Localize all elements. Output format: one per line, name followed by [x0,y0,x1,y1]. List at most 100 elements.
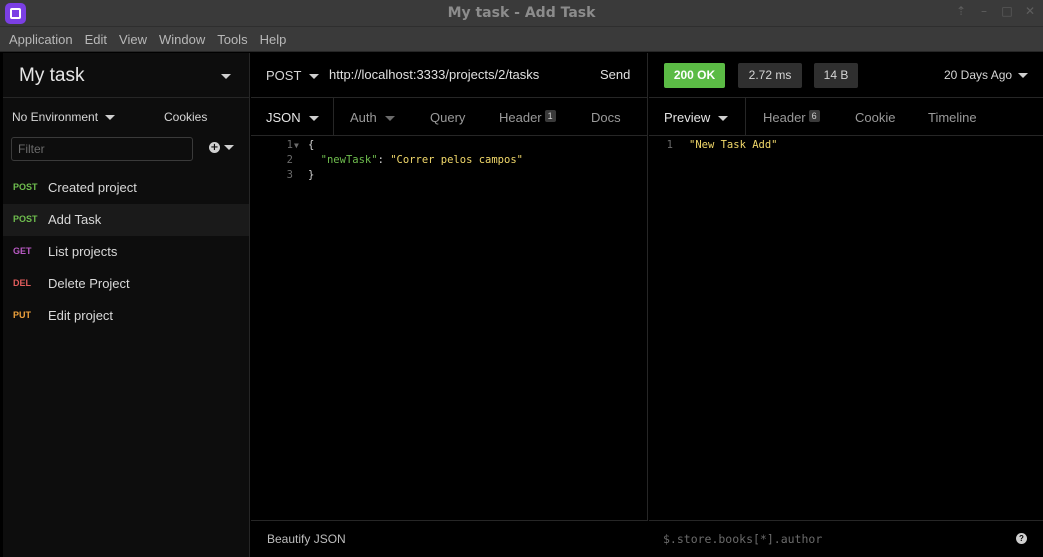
code-text: { [308,139,315,151]
request-name: Edit project [48,308,114,323]
response-body-viewer: 1 "New Task Add" [649,139,1043,154]
line-number: 2 [286,154,293,166]
sidebar: My task No Environment Cookies + POST Cr… [3,53,250,557]
filter-input[interactable] [11,137,193,161]
tab-header[interactable]: Header 1 [499,110,556,125]
add-request-button[interactable]: + [209,142,234,153]
tab-auth[interactable]: Auth [350,110,395,125]
close-icon[interactable]: ✕ [1023,4,1037,18]
request-pane: POST http://localhost:3333/projects/2/ta… [251,53,648,557]
menu-tools[interactable]: Tools [217,27,252,51]
menu-bar: Application Edit View Window Tools Help [0,27,1043,52]
tab-cookie[interactable]: Cookie [855,110,895,125]
restore-icon[interactable]: □ [1000,4,1014,18]
line-number: 3 [286,169,293,181]
response-body-text: "New Task Add" [689,139,778,151]
tab-timeline[interactable]: Timeline [928,110,977,125]
chevron-down-icon [105,115,116,121]
chevron-down-icon [718,116,729,122]
response-pane: 200 OK 2.72 ms 14 B 20 Days Ago Preview … [649,53,1043,557]
tab-label: Auth [350,110,377,125]
header-count-badge: 6 [808,110,820,122]
tab-label: Header [499,110,542,125]
chevron-down-icon [384,116,395,122]
request-footer: Beautify JSON [251,520,648,557]
cookies-button[interactable]: Cookies [164,110,207,124]
tab-body[interactable]: JSON [266,110,319,125]
method-badge: DEL [13,278,31,288]
menu-view[interactable]: View [119,27,152,51]
request-body-editor[interactable]: 1 ▼ { 2 "newTask": "Correr pelos campos"… [251,139,648,184]
request-name: Created project [48,180,137,195]
environment-row: No Environment Cookies [3,98,249,136]
method-badge: GET [13,246,32,256]
minimize-icon[interactable]: – [977,4,991,18]
response-status-bar: 200 OK 2.72 ms 14 B 20 Days Ago [649,53,1043,98]
chevron-down-icon [309,74,320,80]
environment-label: No Environment [12,110,99,124]
history-dropdown[interactable]: 20 Days Ago [944,68,1029,82]
code-line: 1 ▼ { [251,139,648,154]
window-controls: ⇡ – □ ✕ [954,4,1037,18]
method-badge: POST [13,182,38,192]
environment-dropdown[interactable]: No Environment [12,110,116,124]
code-line: 3 } [251,169,648,184]
method-badge: PUT [13,310,31,320]
response-footer: $.store.books[*].author ? [649,520,1043,557]
tab-label: JSON [266,110,301,125]
title-bar: My task - Add Task ⇡ – □ ✕ [0,0,1043,27]
fold-arrow-icon[interactable]: ▼ [294,141,299,150]
url-bar: POST http://localhost:3333/projects/2/ta… [251,53,647,98]
response-filter-input[interactable]: $.store.books[*].author [663,532,822,546]
code-text: } [308,169,315,181]
chevron-down-icon [308,116,319,122]
line-number: 1 [666,139,673,151]
request-item[interactable]: PUT Edit project [3,300,249,332]
method-badge: POST [13,214,38,224]
send-button[interactable]: Send [600,67,630,82]
response-tabs: Preview Header 6 Cookie Timeline [649,98,1043,136]
json-value: "Correr pelos campos" [390,154,523,166]
tab-preview[interactable]: Preview [664,110,729,125]
menu-application[interactable]: Application [9,27,78,51]
menu-edit[interactable]: Edit [85,27,112,51]
window-title: My task - Add Task [447,5,596,21]
method-dropdown[interactable]: POST [266,68,320,83]
code-line: 1 "New Task Add" [649,139,1043,154]
request-name: List projects [48,244,118,259]
workspace-dropdown[interactable]: My task [3,53,249,98]
response-time-badge: 2.72 ms [738,63,802,88]
maximize-up-icon[interactable]: ⇡ [954,4,968,18]
menu-help[interactable]: Help [260,27,292,51]
tab-label: Preview [664,110,711,125]
beautify-json-button[interactable]: Beautify JSON [267,532,346,546]
filter-row: + [3,136,249,172]
workspace-name: My task [19,65,85,86]
json-key: "newTask" [320,154,378,166]
line-number: 1 [286,139,293,151]
tab-query[interactable]: Query [430,110,465,125]
request-item-active[interactable]: POST Add Task [3,204,249,236]
request-item[interactable]: POST Created project [3,172,249,204]
method-label: POST [266,68,302,83]
request-name: Add Task [48,212,102,227]
code-line: 2 "newTask": "Correr pelos campos" [251,154,648,169]
menu-window[interactable]: Window [159,27,210,51]
response-size-badge: 14 B [814,63,858,88]
chevron-down-icon [224,145,234,150]
request-item[interactable]: DEL Delete Project [3,268,249,300]
plus-circle-icon: + [209,142,220,153]
request-item[interactable]: GET List projects [3,236,249,268]
time-ago-label: 20 Days Ago [944,68,1013,82]
tab-docs[interactable]: Docs [591,110,621,125]
chevron-down-icon [221,74,231,79]
chevron-down-icon [1018,73,1029,79]
status-badge: 200 OK [664,63,725,88]
header-count-badge: 1 [544,110,556,122]
code-text: "newTask": "Correr pelos campos" [320,154,523,166]
url-input[interactable]: http://localhost:3333/projects/2/tasks [329,67,539,82]
tab-label: Header [763,110,806,125]
request-list: POST Created project POST Add Task GET L… [3,172,249,332]
tab-response-header[interactable]: Header 6 [763,110,820,125]
help-icon[interactable]: ? [1016,533,1027,544]
